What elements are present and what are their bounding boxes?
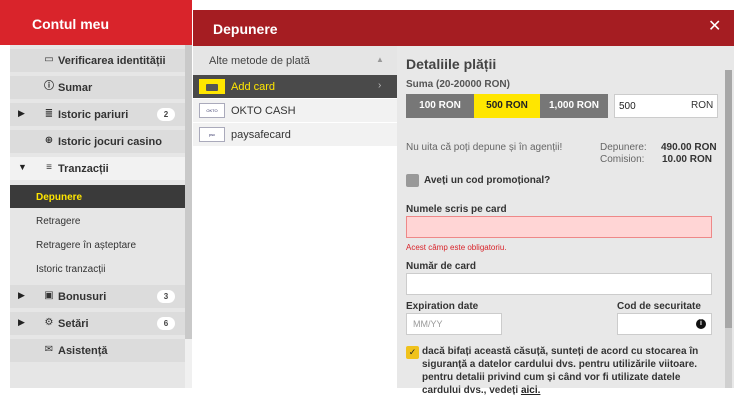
card-number-label: Număr de card [406,261,477,272]
sidebar-subitem-deposit[interactable]: Depunere [10,185,185,208]
expiry-label: Expiration date [406,301,479,312]
card-name-input[interactable] [406,216,712,238]
deposit-value: 490.00 RON [661,142,717,153]
expiry-input[interactable]: MM/YY [406,313,502,335]
methods-header[interactable]: Alte metode de plată ▲ [193,46,397,75]
sidebar-item-verify[interactable]: ▭ Verificarea identității [10,49,185,72]
card-number-input[interactable] [406,273,712,295]
expand-arrow-icon[interactable]: ▶ [18,108,25,119]
deposit-panel: Depunere ✕ Alte metode de plată ▲ Add ca… [193,10,734,396]
sidebar-item-support[interactable]: ✉ Asistență [10,339,185,362]
terms-text: dacă bifați această căsuță, sunteți de a… [422,346,699,396]
agency-note: Nu uita că poți depune și în agenții! [406,142,563,153]
method-name: Add card [231,81,276,93]
payment-methods: Alte metode de plată ▲ Add card › OKTO O… [193,46,397,388]
mail-icon: ✉ [44,344,54,355]
fee-label: Comision: [600,154,645,165]
sidebar-item-casino[interactable]: ⊕ Istoric jocuri casino [10,130,185,153]
sidebar-item-label: Bonusuri [58,291,107,303]
panel-title: Depunere [193,10,734,46]
account-sidebar: Contul meu ▭ Verificarea identității ⓘ S… [0,0,192,388]
sidebar-title: Contul meu [0,0,192,45]
promo-checkbox[interactable] [406,174,419,187]
method-name: OKTO CASH [231,105,296,117]
details-title: Detaliile plății [406,56,497,72]
sidebar-item-settings[interactable]: ▶ ⚙ Setări 6 [10,312,185,335]
method-add-card[interactable]: Add card › [193,75,397,98]
method-okto-cash[interactable]: OKTO OKTO CASH [193,99,397,122]
expand-arrow-icon[interactable]: ▶ [18,317,25,328]
sidebar-item-summary[interactable]: ⓘ Sumar [10,76,185,99]
transactions-icon: ≡ [46,162,52,173]
sidebar-subitem-history[interactable]: Istoric tranzacții [10,257,185,280]
method-name: paysafecard [231,129,291,141]
receipt-icon: ≣ [44,108,54,119]
paysafecard-logo-icon: psc [199,127,225,142]
sidebar-subitem-withdraw[interactable]: Retragere [10,209,185,232]
save-card-terms: dacă bifați această căsuță, sunteți de a… [422,345,707,396]
sidebar-item-bonuses[interactable]: ▶ ▣ Bonusuri 3 [10,285,185,308]
sidebar-item-label: Istoric jocuri casino [58,136,162,148]
collapse-up-icon[interactable]: ▲ [376,55,384,64]
settings-icon: ⚙ [44,317,54,328]
amount-500-button[interactable]: 500 RON [474,94,540,118]
amount-100-button[interactable]: 100 RON [406,94,474,118]
app: Contul meu ▭ Verificarea identității ⓘ S… [0,0,741,396]
sidebar-scroll-thumb[interactable] [185,45,192,339]
promo-label[interactable]: Aveți un cod promoțional? [424,175,550,186]
amount-1000-button[interactable]: 1,000 RON [540,94,608,118]
card-name-error: Acest câmp este obligatoriu. [406,243,507,252]
sidebar-item-transactions[interactable]: ▼ ≡ Tranzacții [10,157,185,180]
sidebar-item-label: Sumar [58,82,93,94]
sidebar-item-label: Istoric pariuri [58,109,129,121]
details-scroll-thumb[interactable] [725,70,732,328]
sum-label: Suma (20-20000 RON) [406,79,510,90]
sidebar-scrollbar[interactable] [185,45,192,388]
sidebar-item-label: Verificarea identității [58,55,166,67]
info-icon: ⓘ [44,81,54,92]
cvv-info-icon[interactable]: i [696,319,706,329]
card-name-label: Numele scris pe card [406,204,507,215]
casino-chip-icon: ⊕ [44,135,54,146]
fee-value: 10.00 RON [661,154,712,165]
collapse-arrow-icon[interactable]: ▼ [18,162,27,172]
cvv-label: Cod de securitate [617,301,701,312]
count-badge: 6 [157,317,175,330]
details-scrollbar[interactable] [725,70,732,388]
terms-link[interactable]: aici. [521,385,540,396]
count-badge: 3 [157,290,175,303]
amount-currency: RON [691,100,714,111]
id-card-icon: ▭ [44,54,54,65]
sidebar-item-label: Asistență [58,345,108,357]
sidebar-item-label: Tranzacții [58,163,109,175]
gift-icon: ▣ [44,290,54,301]
save-card-checkbox[interactable]: ✓ [406,346,419,359]
chevron-right-icon: › [378,80,382,91]
deposit-label: Depunere: [600,142,647,153]
payment-details: Detaliile plății Suma (20-20000 RON) 100… [397,46,734,396]
expand-arrow-icon[interactable]: ▶ [18,290,25,301]
sidebar-subitem-pending-withdraw[interactable]: Retragere în așteptare [10,233,185,256]
sidebar-item-label: Setări [58,318,89,330]
close-icon[interactable]: ✕ [708,19,721,35]
card-logo-icon [199,79,225,94]
method-paysafecard[interactable]: psc paysafecard [193,123,397,146]
count-badge: 2 [157,108,175,121]
okto-cash-logo-icon: OKTO [199,103,225,118]
sidebar-item-bets[interactable]: ▶ ≣ Istoric pariuri 2 [10,103,185,126]
methods-header-label: Alte metode de plată [209,55,310,67]
